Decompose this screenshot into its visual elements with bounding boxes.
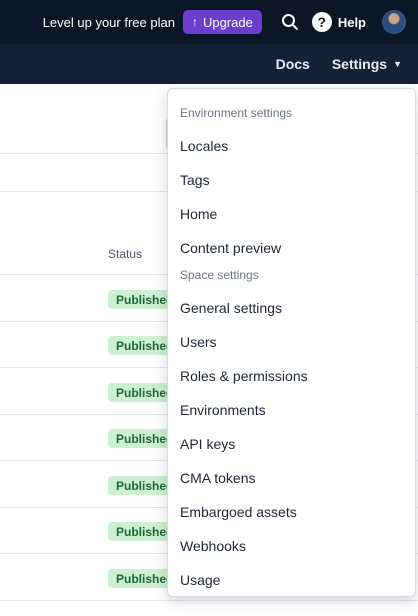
menu-item-users[interactable]: Users bbox=[168, 325, 415, 359]
help-label: Help bbox=[337, 14, 366, 30]
settings-dropdown-menu: Environment settings Locales Tags Home C… bbox=[167, 88, 416, 597]
user-avatar[interactable] bbox=[382, 10, 406, 34]
menu-item-webhooks[interactable]: Webhooks bbox=[168, 529, 415, 563]
space-settings-heading: Space settings bbox=[180, 268, 259, 282]
search-icon[interactable] bbox=[280, 12, 300, 32]
environment-settings-heading: Environment settings bbox=[180, 106, 293, 120]
menu-item-tags[interactable]: Tags bbox=[168, 163, 415, 197]
menu-item-locales[interactable]: Locales bbox=[168, 129, 415, 163]
question-mark-icon: ? bbox=[311, 12, 332, 32]
status-column-header: Status bbox=[108, 247, 143, 261]
app-page: Level up your free plan ↑ Upgrade ? Help… bbox=[0, 0, 418, 616]
caret-down-icon: ▼ bbox=[393, 59, 402, 69]
menu-item-roles-permissions[interactable]: Roles & permissions bbox=[168, 359, 415, 393]
menu-item-api-keys[interactable]: API keys bbox=[168, 427, 415, 461]
upgrade-button-label: Upgrade bbox=[202, 14, 253, 30]
menu-item-home[interactable]: Home bbox=[168, 197, 415, 231]
upgrade-promo-text: Level up your free plan bbox=[42, 14, 175, 30]
menu-item-cma-tokens[interactable]: CMA tokens bbox=[168, 461, 415, 495]
settings-label: Settings bbox=[331, 56, 388, 72]
menu-item-general-settings[interactable]: General settings bbox=[168, 291, 415, 325]
table-row-divider bbox=[0, 600, 418, 601]
upgrade-button[interactable]: ↑ Upgrade bbox=[182, 10, 262, 34]
arrow-up-icon: ↑ bbox=[191, 15, 198, 29]
menu-item-embargoed-assets[interactable]: Embargoed assets bbox=[168, 495, 415, 529]
docs-link[interactable]: Docs bbox=[276, 56, 310, 72]
menu-item-usage[interactable]: Usage bbox=[168, 563, 415, 596]
top-bar: Level up your free plan ↑ Upgrade ? Help bbox=[0, 0, 418, 44]
menu-item-environments[interactable]: Environments bbox=[168, 393, 415, 427]
menu-item-content-preview[interactable]: Content preview bbox=[168, 231, 415, 265]
settings-menu-trigger[interactable]: Settings ▼ bbox=[332, 56, 402, 72]
secondary-nav: Docs Settings ▼ bbox=[0, 44, 418, 84]
help-button[interactable]: ? Help bbox=[311, 12, 366, 32]
